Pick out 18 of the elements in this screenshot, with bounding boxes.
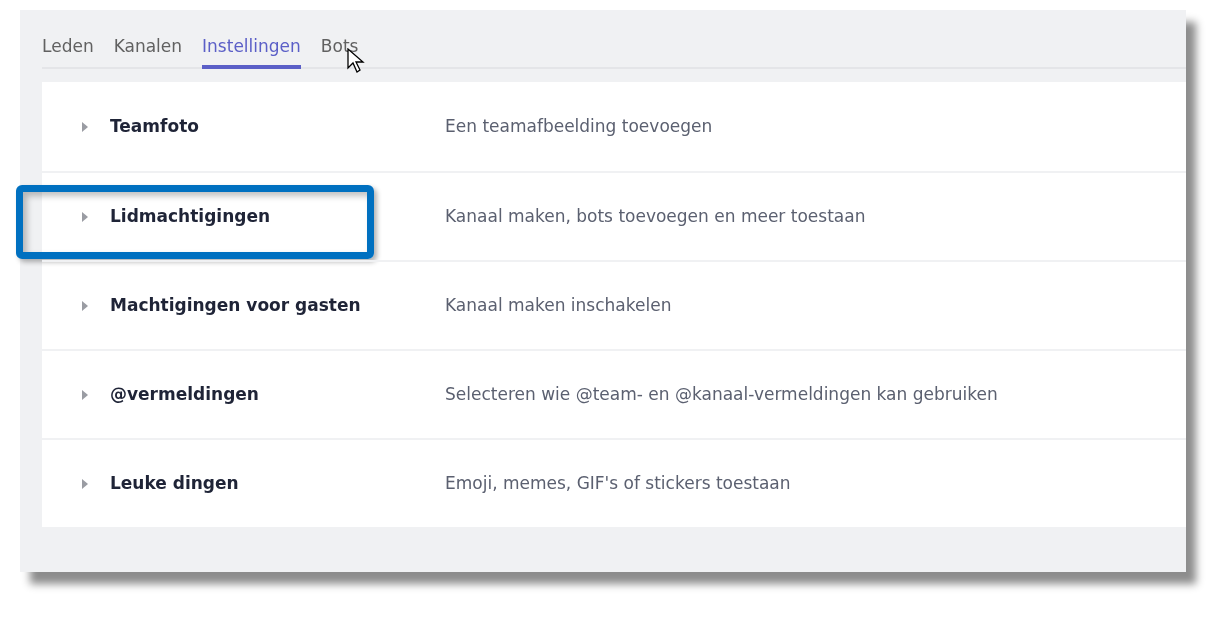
tab[interactable]: Kanalen (113, 34, 183, 69)
expand-arrow-icon[interactable] (82, 389, 88, 400)
setting-title: Leuke dingen (110, 471, 240, 495)
expand-arrow-icon[interactable] (82, 478, 88, 489)
setting-title: Lidmachtigingen (110, 204, 272, 228)
tab[interactable]: Instellingen (202, 34, 301, 69)
setting-title: Machtigingen voor gasten (110, 293, 362, 317)
expand-arrow-icon[interactable] (82, 121, 88, 132)
setting-description: Kanaal maken, bots toevoegen en meer toestaan (445, 204, 866, 228)
setting-description: Een teamafbeelding toevoegen (445, 114, 713, 138)
setting-title: @vermeldingen (110, 382, 260, 406)
expand-arrow-icon[interactable] (82, 300, 88, 311)
setting-title: Teamfoto (110, 114, 200, 138)
setting-description: Emoji, memes, GIF's of stickers toestaan (445, 471, 791, 495)
expand-arrow-icon[interactable] (82, 211, 88, 222)
setting-description: Selecteren wie @team- en @kanaal-vermeldingen kan gebruiken (445, 382, 998, 406)
tab[interactable]: Leden (42, 34, 94, 69)
setting-description: Kanaal maken inschakelen (445, 293, 672, 317)
